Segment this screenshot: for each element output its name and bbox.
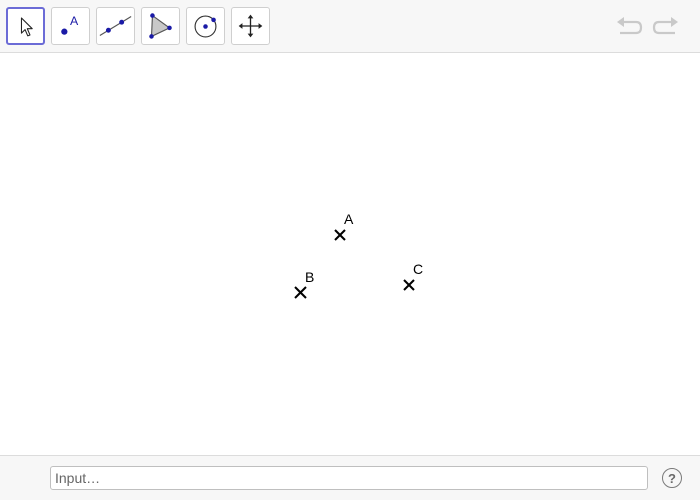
point-a[interactable]: A xyxy=(334,211,354,241)
polygon-icon xyxy=(149,13,172,39)
help-icon: ? xyxy=(668,470,676,486)
geogebra-app: A A B C Input… ? xyxy=(0,0,700,500)
input-bar: ? xyxy=(0,455,700,500)
move-arrow-icon xyxy=(20,17,33,37)
point-c-label: C xyxy=(413,261,423,277)
point-tool-label: A xyxy=(70,14,79,28)
point-a-label: A xyxy=(344,211,354,227)
tool-point[interactable]: A xyxy=(51,7,90,45)
line-icon xyxy=(99,16,132,36)
tool-move[interactable] xyxy=(6,7,45,45)
graphics-view[interactable]: A B C xyxy=(0,54,700,455)
graphics-canvas[interactable]: A B C xyxy=(0,54,700,455)
circle-icon xyxy=(194,15,217,38)
toolbar: A xyxy=(0,0,700,53)
undo-icon xyxy=(617,17,643,35)
tool-move-graphics-view[interactable] xyxy=(231,7,270,45)
redo-icon xyxy=(652,17,678,35)
point-c[interactable]: C xyxy=(403,261,423,291)
input-help-button[interactable]: ? xyxy=(662,468,682,488)
point-b-label: B xyxy=(305,269,314,285)
tool-circle[interactable] xyxy=(186,7,225,45)
move-view-icon xyxy=(238,14,263,38)
tool-line[interactable] xyxy=(96,7,135,45)
algebra-input-field[interactable] xyxy=(50,466,648,490)
undo-button[interactable] xyxy=(614,14,644,40)
tool-polygon[interactable] xyxy=(141,7,180,45)
point-b[interactable]: B xyxy=(294,269,314,299)
redo-button[interactable] xyxy=(651,14,681,40)
point-icon: A xyxy=(61,14,79,35)
